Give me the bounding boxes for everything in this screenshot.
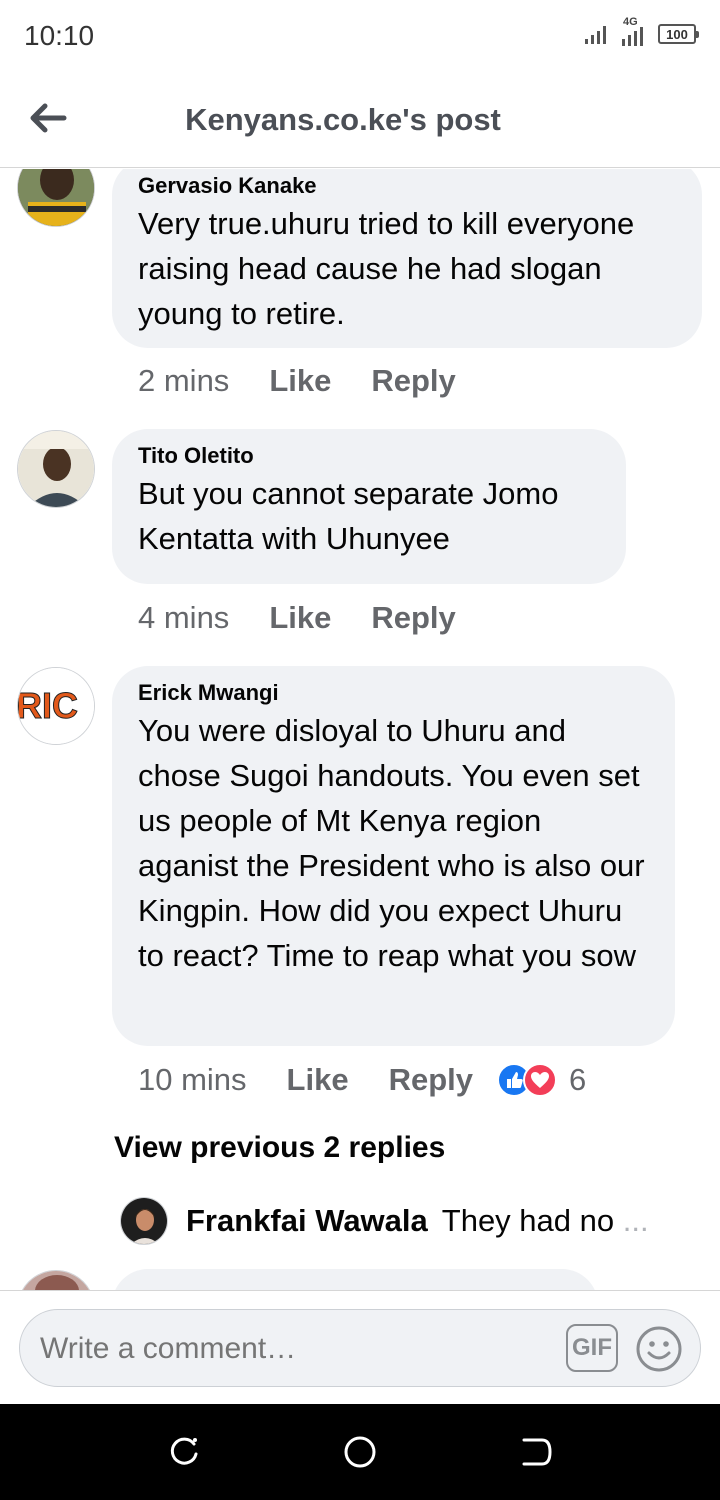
comment-composer[interactable]: GIF [19, 1309, 701, 1387]
comment-author[interactable]: Gervasio Kanake [138, 171, 676, 201]
battery-icon: 100 [658, 24, 699, 44]
status-bar: 10:10 4G 100 [0, 0, 720, 72]
avatar[interactable] [17, 430, 95, 508]
comment-bubble[interactable]: Erick Mwangi You were disloyal to Uhuru … [112, 666, 675, 1046]
comment-text: Very true.uhuru tried to kill everyone r… [138, 206, 635, 331]
signal-icon [585, 26, 606, 44]
love-icon [523, 1063, 557, 1097]
view-previous-replies-link[interactable]: View previous 2 replies [114, 1131, 445, 1165]
comment-time[interactable]: 10 mins [138, 1062, 247, 1098]
battery-level: 100 [666, 26, 688, 42]
post-header: Kenyans.co.ke's post [0, 72, 720, 168]
like-button[interactable]: Like [269, 363, 331, 399]
avatar[interactable]: RIC [17, 667, 95, 745]
reply-button[interactable]: Reply [371, 600, 455, 636]
gif-label: GIF [572, 1334, 612, 1361]
reply-button[interactable]: Reply [371, 363, 455, 399]
comment-bubble[interactable]: Gervasio Kanake Very true.uhuru tried to… [112, 169, 702, 348]
emoji-button[interactable] [634, 1324, 684, 1374]
home-button[interactable] [340, 1432, 380, 1472]
comment-text: But you cannot separate Jomo Kentatta wi… [138, 476, 559, 556]
back-nav-button[interactable] [516, 1432, 556, 1472]
reply-preview[interactable]: Frankfai Wawala They had no ... [120, 1197, 649, 1245]
comment-bubble[interactable]: Tito Oletito But you cannot separate Jom… [112, 429, 626, 584]
reactions-summary[interactable]: 6 [497, 1062, 586, 1098]
status-time: 10:10 [24, 20, 95, 51]
comment-input[interactable] [40, 1332, 540, 1366]
status-icons: 4G 100 [584, 16, 699, 50]
recents-icon [170, 1437, 198, 1465]
gif-button[interactable]: GIF [566, 1324, 618, 1372]
comment-bubble[interactable] [112, 1269, 598, 1290]
recents-button[interactable] [164, 1432, 204, 1472]
avatar[interactable] [17, 1270, 95, 1290]
system-nav-bar [0, 1404, 720, 1500]
page-title: Kenyans.co.ke's post [185, 102, 501, 137]
avatar[interactable] [17, 169, 95, 227]
smiley-icon [636, 1326, 682, 1372]
like-button[interactable]: Like [287, 1062, 349, 1098]
home-icon [344, 1436, 376, 1468]
comment-author[interactable]: Tito Oletito [138, 441, 600, 471]
comment-time[interactable]: 4 mins [138, 600, 229, 636]
comment-text: You were disloyal to Uhuru and chose Sug… [138, 713, 645, 973]
avatar-logo-text: RIC [18, 685, 78, 726]
comment-author[interactable]: Erick Mwangi [138, 678, 649, 708]
comment-time[interactable]: 2 mins [138, 363, 229, 399]
avatar[interactable] [120, 1197, 168, 1245]
reply-button[interactable]: Reply [389, 1062, 473, 1098]
comment-actions: 10 mins Like Reply 6 [138, 1062, 586, 1098]
comment-actions: 4 mins Like Reply [138, 600, 456, 636]
comment-composer-bar: GIF [0, 1290, 720, 1404]
reply-text: They had no [441, 1203, 615, 1238]
network-4g-icon: 4G [620, 16, 650, 49]
back-nav-icon [522, 1438, 552, 1466]
reaction-count: 6 [569, 1062, 587, 1097]
comments-feed[interactable]: Gervasio Kanake Very true.uhuru tried to… [0, 169, 720, 1290]
reply-author[interactable]: Frankfai Wawala [186, 1203, 428, 1239]
reply-ellipsis: ... [622, 1203, 649, 1238]
comment-actions: 2 mins Like Reply [138, 363, 456, 399]
like-button[interactable]: Like [269, 600, 331, 636]
